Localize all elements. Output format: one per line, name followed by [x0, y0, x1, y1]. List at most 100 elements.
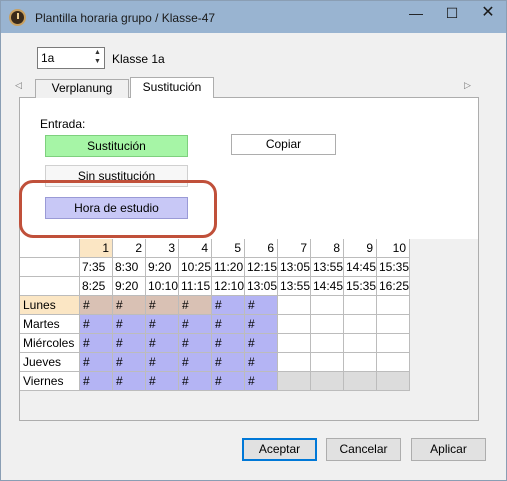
timetable-slot[interactable]: #	[113, 353, 146, 372]
timetable-slot[interactable]	[311, 315, 344, 334]
day-label[interactable]: Lunes	[20, 296, 80, 315]
period-header[interactable]: 2	[113, 239, 146, 258]
cancelar-button[interactable]: Cancelar	[326, 438, 401, 461]
timetable-slot[interactable]: #	[212, 296, 245, 315]
maximize-button[interactable]: ☐	[434, 1, 470, 27]
tab-scroll-left-icon[interactable]: ◁	[15, 80, 22, 91]
timetable-slot[interactable]: #	[80, 296, 113, 315]
period-end-time: 15:35	[344, 277, 377, 296]
period-start-time: 7:35	[80, 258, 113, 277]
period-start-time: 12:15	[245, 258, 278, 277]
window-title: Plantilla horaria grupo / Klasse-47	[35, 11, 216, 25]
entrada-label: Entrada:	[40, 117, 86, 131]
period-start-time: 13:05	[278, 258, 311, 277]
minimize-button[interactable]: —	[398, 1, 434, 27]
timetable-slot[interactable]: #	[146, 372, 179, 391]
tab-scroll-right-icon[interactable]: ▷	[464, 80, 471, 91]
timetable-slot[interactable]	[377, 296, 410, 315]
period-header[interactable]: 1	[80, 239, 113, 258]
timetable-slot[interactable]	[311, 372, 344, 391]
timetable-slot[interactable]	[311, 334, 344, 353]
spinner-arrows[interactable]: ▲ ▼	[91, 48, 104, 68]
timetable-slot[interactable]	[344, 296, 377, 315]
timetable-slot[interactable]: #	[179, 334, 212, 353]
timetable-slot[interactable]	[278, 296, 311, 315]
timetable-slot[interactable]: #	[179, 296, 212, 315]
timetable-slot[interactable]: #	[179, 353, 212, 372]
timetable-slot[interactable]	[278, 353, 311, 372]
timetable-slot[interactable]: #	[212, 372, 245, 391]
timetable-slot[interactable]	[377, 353, 410, 372]
timetable-grid: 1 7:35 8:25 2 8:30 9:20 3 9:20 10:10 4 10:25 11:15 5…	[20, 239, 478, 420]
spin-up-icon[interactable]: ▲	[91, 48, 104, 57]
period-header[interactable]: 3	[146, 239, 179, 258]
period-start-time: 10:25	[179, 258, 212, 277]
timetable-slot[interactable]	[377, 372, 410, 391]
timetable-slot[interactable]: #	[179, 315, 212, 334]
tab-verplanung[interactable]: Verplanung	[35, 79, 129, 98]
timetable-slot[interactable]	[377, 334, 410, 353]
timetable-slot[interactable]	[278, 372, 311, 391]
period-end-time: 16:25	[377, 277, 410, 296]
timetable-slot[interactable]: #	[245, 353, 278, 372]
period-header[interactable]: 4	[179, 239, 212, 258]
day-label[interactable]: Martes	[20, 315, 80, 334]
class-spinner[interactable]: 1a ▲ ▼	[37, 47, 105, 69]
day-label[interactable]: Jueves	[20, 353, 80, 372]
timetable-slot[interactable]: #	[146, 315, 179, 334]
tab-sustitucion[interactable]: Sustitución	[130, 77, 214, 98]
timetable-slot[interactable]: #	[113, 372, 146, 391]
timetable-slot[interactable]: #	[245, 372, 278, 391]
timetable-slot[interactable]: #	[113, 296, 146, 315]
period-header[interactable]: 10	[377, 239, 410, 258]
period-header[interactable]: 5	[212, 239, 245, 258]
timetable-slot[interactable]	[344, 353, 377, 372]
period-header[interactable]: 8	[311, 239, 344, 258]
timetable-slot[interactable]	[311, 296, 344, 315]
period-header[interactable]: 9	[344, 239, 377, 258]
timetable-slot[interactable]	[311, 353, 344, 372]
timetable-slot[interactable]: #	[212, 353, 245, 372]
day-label[interactable]: Viernes	[20, 372, 80, 391]
timetable-slot[interactable]	[278, 315, 311, 334]
aceptar-button[interactable]: Aceptar	[242, 438, 317, 461]
period-start-time: 8:30	[113, 258, 146, 277]
timetable-slot[interactable]: #	[113, 315, 146, 334]
timetable-slot[interactable]: #	[80, 353, 113, 372]
timetable-slot[interactable]: #	[80, 334, 113, 353]
timetable-slot[interactable]: #	[80, 372, 113, 391]
timetable-slot[interactable]: #	[212, 315, 245, 334]
period-end-time: 8:25	[80, 277, 113, 296]
timetable-slot[interactable]: #	[80, 315, 113, 334]
timetable-slot[interactable]: #	[179, 372, 212, 391]
timetable-slot[interactable]: #	[146, 296, 179, 315]
timetable-slot[interactable]	[377, 315, 410, 334]
day-label[interactable]: Miércoles	[20, 334, 80, 353]
hora-de-estudio-button[interactable]: Hora de estudio	[45, 197, 188, 219]
spin-down-icon[interactable]: ▼	[91, 57, 104, 66]
period-header[interactable]: 6	[245, 239, 278, 258]
period-header[interactable]: 7	[278, 239, 311, 258]
timetable-slot[interactable]: #	[212, 334, 245, 353]
app-icon	[9, 9, 26, 26]
timetable-slot[interactable]: #	[245, 296, 278, 315]
aplicar-button[interactable]: Aplicar	[411, 438, 486, 461]
copiar-button[interactable]: Copiar	[231, 134, 336, 155]
timetable-slot[interactable]	[344, 372, 377, 391]
period-end-time: 14:45	[311, 277, 344, 296]
timetable-slot[interactable]: #	[146, 334, 179, 353]
grid-corner-end	[20, 277, 80, 296]
timetable-slot[interactable]: #	[245, 334, 278, 353]
timetable-slot[interactable]	[344, 315, 377, 334]
timetable-slot[interactable]	[344, 334, 377, 353]
timetable-slot[interactable]: #	[146, 353, 179, 372]
close-button[interactable]: ✕	[470, 1, 506, 27]
sustitucion-button[interactable]: Sustitución	[45, 135, 188, 157]
timetable-slot[interactable]: #	[113, 334, 146, 353]
timetable-slot[interactable]	[278, 334, 311, 353]
timetable-slot[interactable]: #	[245, 315, 278, 334]
title-bar[interactable]: Plantilla horaria grupo / Klasse-47 — ☐ …	[1, 1, 506, 33]
class-input[interactable]: 1a	[41, 51, 54, 65]
period-end-time: 12:10	[212, 277, 245, 296]
class-name-label: Klasse 1a	[112, 52, 165, 66]
